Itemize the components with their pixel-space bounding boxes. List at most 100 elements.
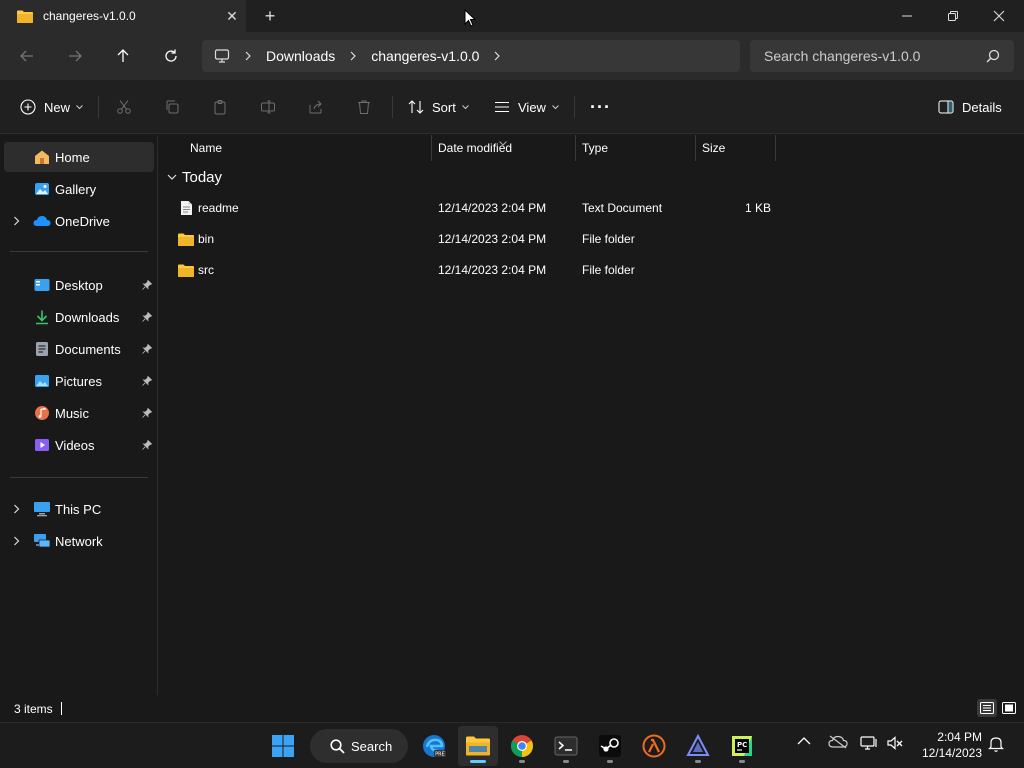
address-bar[interactable]: Downloads changeres-v1.0.0 bbox=[202, 40, 740, 72]
new-button[interactable]: New bbox=[20, 92, 83, 122]
pin-icon[interactable] bbox=[142, 408, 152, 418]
pin-icon[interactable] bbox=[142, 440, 152, 450]
sidebar-item-music[interactable]: Music bbox=[4, 398, 154, 428]
file-row-src[interactable]: src 12/14/2023 2:04 PM File folder bbox=[167, 255, 1024, 285]
close-icon bbox=[993, 10, 1005, 22]
large-icons-view-button[interactable] bbox=[999, 699, 1019, 717]
window-tab[interactable]: changeres-v1.0.0 ✕ bbox=[0, 0, 246, 32]
running-indicator bbox=[695, 760, 701, 763]
start-button[interactable] bbox=[263, 726, 303, 766]
share-button[interactable] bbox=[308, 92, 324, 122]
taskbar-app-pycharm[interactable]: PC bbox=[722, 726, 762, 766]
volume-button[interactable] bbox=[886, 735, 904, 751]
more-options-button[interactable]: ··· bbox=[590, 92, 611, 122]
new-label: New bbox=[44, 99, 71, 115]
arrow-up-icon bbox=[117, 49, 129, 62]
sidebar-item-this-pc[interactable]: This PC bbox=[4, 494, 154, 524]
column-divider[interactable] bbox=[575, 135, 576, 161]
pin-icon[interactable] bbox=[142, 312, 152, 322]
onedrive-tray-button[interactable] bbox=[828, 735, 848, 749]
download-icon bbox=[33, 308, 51, 326]
taskbar-app-half-life[interactable] bbox=[634, 726, 674, 766]
close-window-button[interactable] bbox=[976, 0, 1022, 32]
taskbar-search[interactable]: Search bbox=[310, 729, 408, 763]
breadcrumb-current-folder[interactable]: changeres-v1.0.0 bbox=[371, 48, 479, 64]
pin-icon[interactable] bbox=[142, 344, 152, 354]
taskbar-app-chrome[interactable] bbox=[502, 726, 542, 766]
sidebar-item-pictures[interactable]: Pictures bbox=[4, 366, 154, 396]
column-header-size[interactable]: Size bbox=[702, 135, 725, 161]
notifications-button[interactable] bbox=[988, 735, 1004, 753]
show-hidden-icons-button[interactable] bbox=[797, 737, 811, 745]
search-input[interactable]: Search changeres-v1.0.0 bbox=[750, 40, 1014, 72]
column-header-name[interactable]: Name bbox=[190, 135, 222, 161]
windows-logo-icon bbox=[272, 735, 294, 757]
view-button[interactable]: View bbox=[494, 92, 559, 122]
file-size: 1 KB bbox=[745, 201, 772, 215]
taskbar-app-steam[interactable] bbox=[590, 726, 630, 766]
running-indicator bbox=[563, 760, 569, 763]
delete-button[interactable] bbox=[356, 92, 372, 122]
sidebar-item-label: Pictures bbox=[55, 373, 102, 389]
home-icon bbox=[33, 148, 51, 166]
restore-button[interactable] bbox=[930, 0, 976, 32]
cut-button[interactable] bbox=[116, 92, 132, 122]
sidebar-item-videos[interactable]: Videos bbox=[4, 430, 154, 460]
sidebar-item-home[interactable]: Home bbox=[4, 142, 154, 172]
sidebar-item-documents[interactable]: Documents bbox=[4, 334, 154, 364]
up-button[interactable] bbox=[107, 40, 139, 72]
chevron-right-icon bbox=[244, 51, 252, 61]
group-label: Today bbox=[182, 169, 223, 186]
chevron-up-icon bbox=[797, 737, 811, 745]
chevron-right-icon[interactable] bbox=[10, 216, 22, 226]
pin-icon[interactable] bbox=[142, 376, 152, 386]
pin-icon[interactable] bbox=[142, 280, 152, 290]
breadcrumb-downloads[interactable]: Downloads bbox=[266, 48, 335, 64]
arrow-left-icon bbox=[20, 50, 33, 62]
new-tab-button[interactable]: + bbox=[258, 4, 282, 28]
file-row-readme[interactable]: readme 12/14/2023 2:04 PM Text Document … bbox=[167, 193, 1024, 223]
details-button[interactable]: Details bbox=[938, 92, 1002, 122]
file-row-bin[interactable]: bin 12/14/2023 2:04 PM File folder bbox=[167, 224, 1024, 254]
sidebar-item-network[interactable]: Network bbox=[4, 526, 154, 556]
taskbar-app-file-explorer[interactable] bbox=[458, 726, 498, 766]
column-divider[interactable] bbox=[695, 135, 696, 161]
search-icon bbox=[986, 49, 1000, 66]
chevron-right-icon[interactable] bbox=[10, 504, 22, 514]
cloud-offline-icon bbox=[828, 735, 848, 749]
back-button[interactable] bbox=[11, 40, 43, 72]
column-divider[interactable] bbox=[775, 135, 776, 161]
rename-button[interactable] bbox=[260, 92, 276, 122]
sidebar-item-downloads[interactable]: Downloads bbox=[4, 302, 154, 332]
clock[interactable]: 2:04 PM 12/14/2023 bbox=[922, 729, 982, 761]
refresh-button[interactable] bbox=[155, 40, 187, 72]
sort-button[interactable]: Sort bbox=[408, 92, 469, 122]
paste-button[interactable] bbox=[212, 92, 228, 122]
forward-button[interactable] bbox=[59, 40, 91, 72]
taskbar-app-terminal[interactable] bbox=[546, 726, 586, 766]
address-row: Downloads changeres-v1.0.0 Search change… bbox=[0, 32, 1024, 80]
speaker-muted-icon bbox=[887, 736, 903, 750]
details-view-button[interactable] bbox=[977, 699, 997, 717]
column-header-type[interactable]: Type bbox=[582, 135, 608, 161]
group-header-today[interactable]: Today bbox=[167, 169, 222, 186]
sidebar-item-desktop[interactable]: Desktop bbox=[4, 270, 154, 300]
sidebar-item-gallery[interactable]: Gallery bbox=[4, 174, 154, 204]
chevron-right-icon[interactable] bbox=[10, 536, 22, 546]
clipboard-icon bbox=[214, 100, 226, 115]
pictures-icon bbox=[33, 372, 51, 390]
copy-button[interactable] bbox=[164, 92, 180, 122]
sidebar-item-label: Network bbox=[55, 533, 103, 549]
status-bar: 3 items bbox=[0, 695, 1024, 721]
file-name: bin bbox=[198, 232, 215, 246]
sort-indicator-icon bbox=[499, 134, 507, 149]
chevron-right-icon[interactable] bbox=[493, 51, 501, 61]
minimize-button[interactable] bbox=[884, 0, 930, 32]
close-tab-button[interactable]: ✕ bbox=[218, 2, 246, 30]
pc-icon bbox=[33, 500, 51, 518]
taskbar-app-visual-studio[interactable] bbox=[678, 726, 718, 766]
network-status-button[interactable] bbox=[860, 735, 878, 751]
sidebar-item-onedrive[interactable]: OneDrive bbox=[4, 206, 154, 236]
column-divider[interactable] bbox=[431, 135, 432, 161]
taskbar-app-edge-preview[interactable]: PRE bbox=[414, 726, 454, 766]
